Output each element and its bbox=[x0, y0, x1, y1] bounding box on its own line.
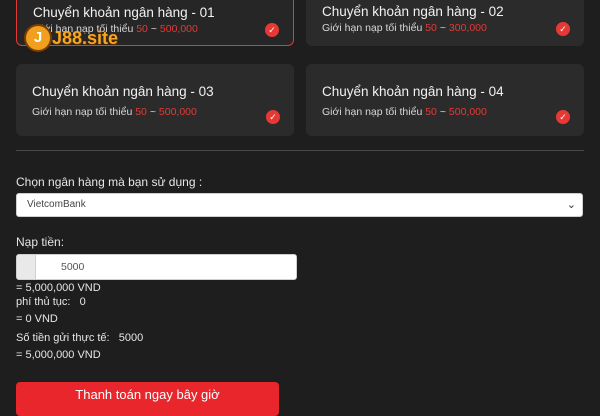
actual-converted: = 5,000,000 VND bbox=[16, 349, 101, 361]
bank-select[interactable]: VietcomBank ⌄ bbox=[16, 193, 583, 217]
bank-card-title: Chuyển khoản ngân hàng - 02 bbox=[322, 4, 504, 19]
bank-card-03[interactable]: Chuyển khoản ngân hàng - 03 Giới hạn nạp… bbox=[16, 64, 294, 136]
fee-row: phí thủ tục: 0 bbox=[16, 296, 86, 308]
actual-amount-row: Số tiền gửi thực tế: 5000 bbox=[16, 332, 144, 344]
deposit-input-group bbox=[16, 254, 297, 280]
check-circle-icon: ✓ bbox=[556, 110, 570, 124]
logo-text: J88.site bbox=[52, 27, 119, 48]
deposit-label: Nạp tiền: bbox=[16, 235, 65, 249]
bank-card-title: Chuyển khoản ngân hàng - 01 bbox=[33, 5, 215, 20]
deposit-amount-input[interactable] bbox=[36, 255, 296, 279]
bank-card-04[interactable]: Chuyển khoản ngân hàng - 04 Giới hạn nạp… bbox=[306, 64, 584, 136]
logo-badge-icon: J bbox=[26, 26, 50, 50]
check-circle-icon: ✓ bbox=[265, 23, 279, 37]
check-circle-icon: ✓ bbox=[266, 110, 280, 124]
bank-select-value: VietcomBank bbox=[27, 199, 86, 210]
bank-select-label: Chọn ngân hàng mà bạn sử dụng : bbox=[16, 175, 203, 189]
deposit-converted: = 5,000,000 VND bbox=[16, 282, 101, 294]
bank-card-limit: Giới hạn nạp tối thiểu 50 ~ 300,000 bbox=[322, 22, 487, 34]
fee-converted: = 0 VND bbox=[16, 313, 58, 325]
bank-card-limit: Giới hạn nạp tối thiểu 50 ~ 500,000 bbox=[322, 106, 487, 118]
check-circle-icon: ✓ bbox=[556, 22, 570, 36]
divider bbox=[16, 150, 584, 151]
chevron-down-icon: ⌄ bbox=[566, 199, 576, 211]
bank-card-title: Chuyển khoản ngân hàng - 03 bbox=[32, 84, 214, 99]
pay-now-button[interactable]: Thanh toán ngay bây giờ bbox=[16, 382, 279, 416]
deposit-input-addon bbox=[17, 255, 36, 279]
site-logo: J J88.site bbox=[26, 26, 118, 50]
bank-card-title: Chuyển khoản ngân hàng - 04 bbox=[322, 84, 504, 99]
bank-card-limit: Giới hạn nạp tối thiểu 50 ~ 500,000 bbox=[32, 106, 197, 118]
bank-card-02[interactable]: Chuyển khoản ngân hàng - 02 Giới hạn nạp… bbox=[306, 0, 584, 46]
